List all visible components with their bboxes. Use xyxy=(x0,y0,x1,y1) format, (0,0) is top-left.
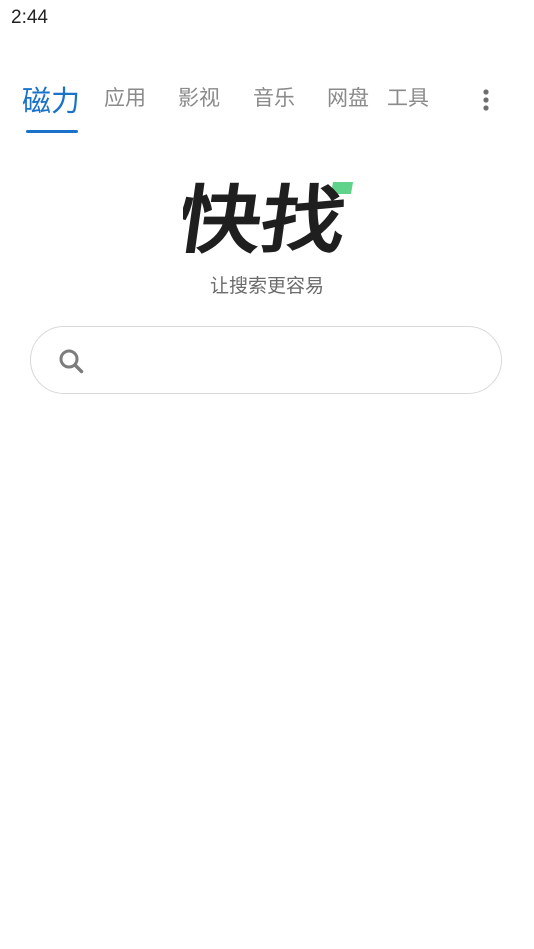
tab-netdisk[interactable]: 网盘 xyxy=(327,82,369,112)
tab-music[interactable]: 音乐 xyxy=(253,82,295,112)
search-input[interactable] xyxy=(99,337,493,385)
status-time: 2:44 xyxy=(11,7,48,28)
more-vertical-icon xyxy=(483,89,489,111)
slogan: 让搜索更容易 xyxy=(209,275,324,297)
more-menu-button[interactable] xyxy=(472,84,500,116)
tab-magnet[interactable]: 磁力 xyxy=(22,78,80,120)
tab-video[interactable]: 影视 xyxy=(178,82,220,112)
search-bar[interactable] xyxy=(30,326,502,394)
search-icon xyxy=(59,349,84,374)
app-logo: 快找 xyxy=(171,177,355,264)
active-tab-indicator xyxy=(26,130,78,133)
category-tabs: 磁力 应用 影视 音乐 网盘 工具 xyxy=(0,72,534,134)
tab-apps[interactable]: 应用 xyxy=(104,82,146,112)
status-bar: 2:44 xyxy=(0,0,534,38)
logo-text: 快找 xyxy=(183,180,351,254)
tab-tools[interactable]: 工具 xyxy=(387,82,429,112)
